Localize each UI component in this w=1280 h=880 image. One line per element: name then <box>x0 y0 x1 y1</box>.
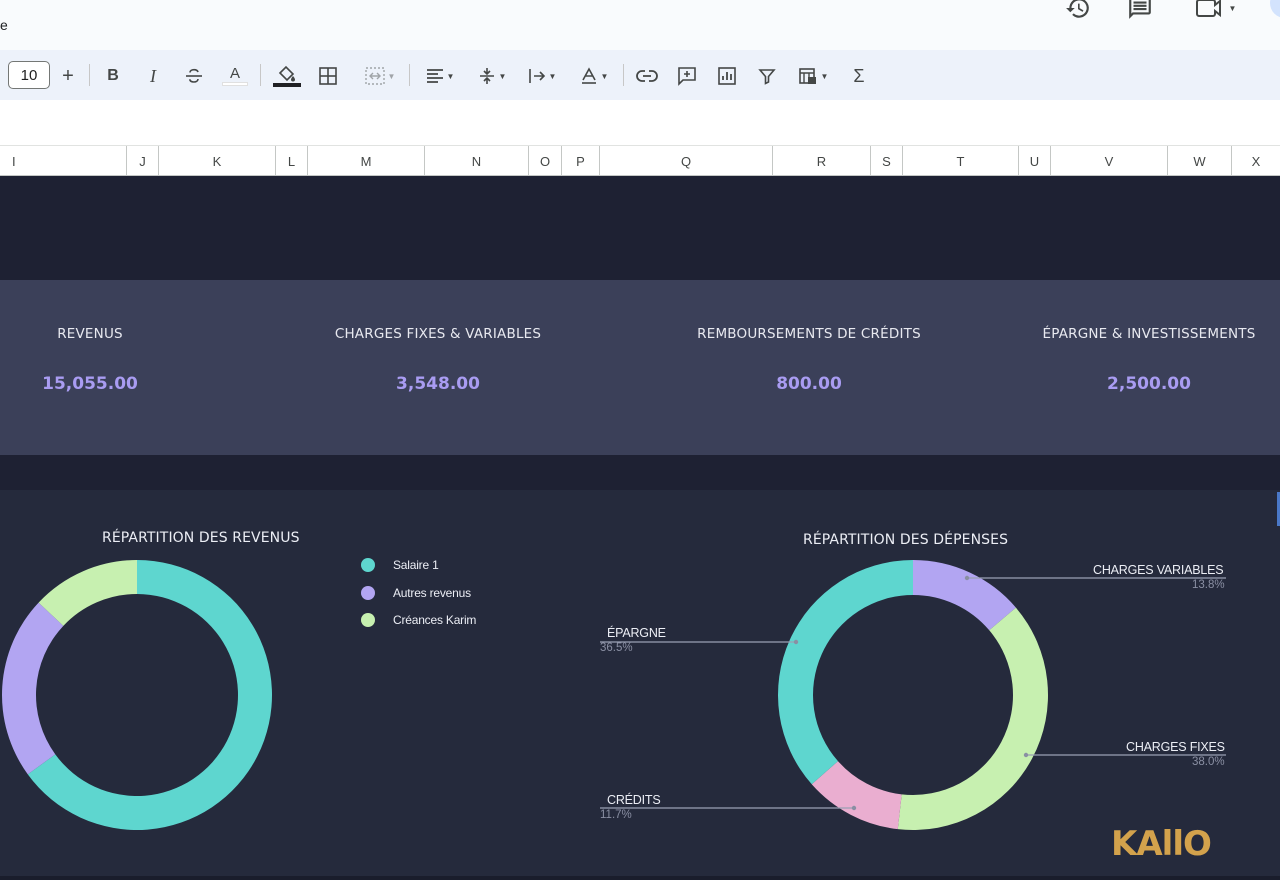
chevron-down-icon: ▼ <box>600 71 609 81</box>
revenus-chart-title: RÉPARTITION DES REVENUS <box>102 530 300 546</box>
callout-label-charges-fixes: CHARGES FIXES <box>1126 740 1225 754</box>
column-header[interactable]: X <box>1232 146 1280 176</box>
chevron-down-icon: ▼ <box>498 71 507 81</box>
column-header[interactable]: V <box>1051 146 1168 176</box>
formula-bar[interactable] <box>0 100 1280 146</box>
column-header[interactable]: S <box>871 146 903 176</box>
bold-button[interactable]: B <box>103 62 123 90</box>
toolbar-divider <box>89 64 90 86</box>
chevron-down-icon: ▼ <box>548 71 557 81</box>
leader-line-charges-fixes-dot <box>1023 752 1029 758</box>
legend-swatch <box>361 613 375 627</box>
toolbar-divider <box>409 64 410 86</box>
column-header[interactable]: Q <box>600 146 773 176</box>
sheet-dashboard[interactable]: REVENUS 15,055.00 CHARGES FIXES & VARIAB… <box>0 176 1280 880</box>
toolbar: 10 + B I A ▼ ▼ ▼ ▼ ▼ ▼ Σ <box>0 50 1280 100</box>
toolbar-divider <box>260 64 261 86</box>
borders-icon[interactable] <box>316 62 340 90</box>
filter-views-icon[interactable]: ▼ <box>792 62 834 90</box>
slice-epargne[interactable] <box>778 560 913 785</box>
horizontal-align-icon[interactable]: ▼ <box>420 62 460 90</box>
legend-label: Créances Karim <box>393 613 477 627</box>
top-strip: e ▼ <box>0 0 1280 50</box>
strikethrough-icon[interactable] <box>182 62 206 90</box>
column-header[interactable]: L <box>276 146 308 176</box>
column-header[interactable]: N <box>425 146 529 176</box>
callout-pct-charges-variables: 13.8% <box>1192 579 1225 591</box>
column-header[interactable]: I <box>0 146 127 176</box>
kpi-label-credits: REMBOURSEMENTS DE CRÉDITS <box>697 326 921 342</box>
legend-swatch <box>361 558 375 572</box>
kpi-label-epargne: ÉPARGNE & INVESTISSEMENTS <box>1042 326 1256 342</box>
slice-charges-variables[interactable] <box>913 560 1016 631</box>
callout-pct-charges-fixes: 38.0% <box>1192 756 1225 768</box>
text-color-label: A <box>229 65 240 82</box>
meet-icon[interactable]: ▼ <box>1190 0 1242 22</box>
title-stub: e <box>0 17 8 33</box>
kallo-logo: KAllO <box>1111 824 1212 864</box>
italic-button[interactable]: I <box>143 62 163 90</box>
leader-line-credits-dot <box>851 805 857 811</box>
column-header[interactable]: K <box>159 146 276 176</box>
callout-pct-credits: 11.7% <box>600 809 632 821</box>
history-icon[interactable] <box>1062 0 1094 22</box>
text-color-button[interactable]: A <box>222 62 248 90</box>
fill-color-swatch <box>273 83 301 87</box>
legend-label: Autres revenus <box>393 586 471 600</box>
increase-font-size-button[interactable]: + <box>58 62 78 90</box>
column-header[interactable]: T <box>903 146 1019 176</box>
functions-button[interactable]: Σ <box>848 62 870 90</box>
kpi-value-charges: 3,548.00 <box>396 374 480 394</box>
slice-creances-karim[interactable] <box>38 560 137 626</box>
text-wrapping-icon[interactable]: ▼ <box>522 62 562 90</box>
column-header[interactable]: P <box>562 146 600 176</box>
insert-link-icon[interactable] <box>634 62 660 90</box>
callout-label-epargne: ÉPARGNE <box>607 626 666 640</box>
column-header[interactable]: M <box>308 146 425 176</box>
legend-swatch <box>361 586 375 600</box>
kpi-label-charges: CHARGES FIXES & VARIABLES <box>334 326 542 342</box>
revenus-donut-chart[interactable] <box>0 560 300 860</box>
vertical-align-icon[interactable]: ▼ <box>472 62 512 90</box>
chevron-down-icon: ▼ <box>1228 3 1237 13</box>
legend-item-autres[interactable]: Autres revenus <box>361 586 471 600</box>
depenses-donut-chart[interactable] <box>590 370 1250 840</box>
chevron-down-icon: ▼ <box>446 71 455 81</box>
legend-label: Salaire 1 <box>393 558 439 572</box>
slice-charges-fixes[interactable] <box>897 607 1048 830</box>
merge-cells-icon[interactable]: ▼ <box>358 62 402 90</box>
legend-item-creances[interactable]: Créances Karim <box>361 613 476 627</box>
avatar[interactable] <box>1270 0 1280 18</box>
toolbar-divider <box>623 64 624 86</box>
column-header[interactable]: R <box>773 146 871 176</box>
slice-autres-revenus[interactable] <box>1 602 64 775</box>
legend-item-salaire[interactable]: Salaire 1 <box>361 558 439 572</box>
fill-color-button[interactable] <box>272 62 302 90</box>
chevron-down-icon: ▼ <box>387 71 396 81</box>
insert-comment-icon[interactable] <box>674 62 700 90</box>
comment-icon[interactable] <box>1124 0 1156 22</box>
leader-line-charges-variables-dot <box>964 575 970 581</box>
font-size-input[interactable]: 10 <box>8 61 50 89</box>
callout-pct-epargne: 36.5% <box>600 642 633 654</box>
leader-line-epargne-dot <box>793 639 799 645</box>
insert-chart-icon[interactable] <box>714 62 740 90</box>
callout-label-charges-variables: CHARGES VARIABLES <box>1093 563 1224 577</box>
column-header[interactable]: O <box>529 146 562 176</box>
filter-icon[interactable] <box>754 62 780 90</box>
column-header[interactable]: W <box>1168 146 1232 176</box>
kpi-label-revenus: REVENUS <box>57 326 123 342</box>
chevron-down-icon: ▼ <box>820 71 829 81</box>
column-header[interactable]: J <box>127 146 159 176</box>
text-rotation-icon[interactable]: ▼ <box>574 62 614 90</box>
callout-label-credits: CRÉDITS <box>607 793 661 807</box>
column-headers: I J K L M N O P Q R S T U V W X <box>0 146 1280 176</box>
paint-bucket-icon <box>278 65 295 82</box>
text-color-swatch <box>222 82 248 86</box>
sheet-bottom-edge <box>0 876 1280 880</box>
kpi-value-revenus: 15,055.00 <box>42 374 138 394</box>
column-header[interactable]: U <box>1019 146 1051 176</box>
